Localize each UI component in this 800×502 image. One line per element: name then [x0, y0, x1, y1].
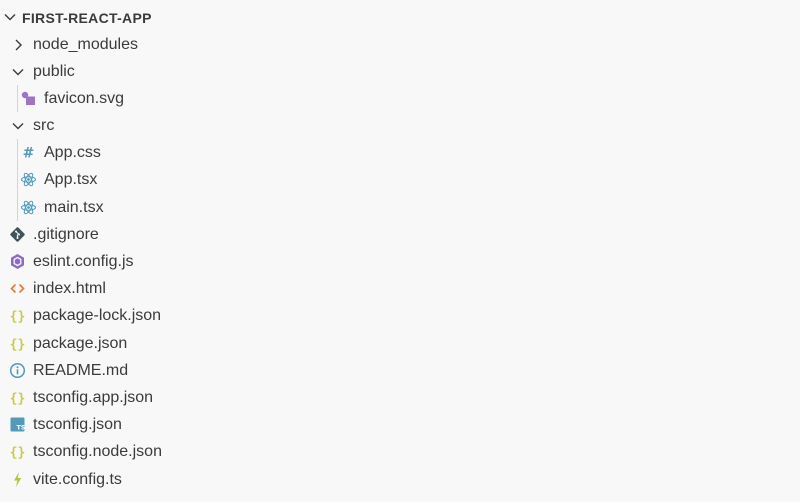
tree-item-label: main.tsx [44, 198, 104, 216]
indent-guide [17, 84, 18, 113]
json-braces-icon: {} [9, 307, 26, 325]
svg-file-icon [20, 90, 37, 107]
svg-text:{}: {} [10, 391, 26, 406]
file-tsconfig-node-json[interactable]: {} tsconfig.node.json [0, 438, 800, 465]
tree-item-label: .gitignore [33, 225, 99, 243]
file-package-json[interactable]: {} package.json [0, 330, 800, 357]
file-tree: node_modulespublic favicon.svg src # App.css… [0, 31, 800, 493]
react-icon [20, 199, 37, 216]
chevron-down-icon[interactable] [10, 64, 26, 80]
tree-item-label: tsconfig.json [33, 416, 122, 434]
file-app-css[interactable]: # App.css [0, 139, 800, 166]
tree-item-label: tsconfig.app.json [33, 388, 154, 406]
json-braces-icon: {} [9, 335, 26, 352]
file-gitignore[interactable]: .gitignore [0, 221, 800, 248]
tree-item-label: favicon.svg [44, 89, 125, 107]
file-explorer: FIRST-REACT-APP node_modulespublic favico… [0, 0, 800, 502]
css-hash-icon: # [20, 144, 37, 162]
tree-item-label: index.html [33, 280, 106, 298]
tree-item-label: public [33, 62, 75, 80]
file-package-lock-json[interactable]: {} package-lock.json [0, 302, 800, 329]
chevron-down-icon[interactable] [10, 118, 26, 134]
project-title: FIRST-REACT-APP [22, 10, 152, 26]
file-app-tsx[interactable]: App.tsx [0, 166, 800, 193]
svg-text:{}: {} [10, 310, 26, 325]
file-favicon-svg[interactable]: favicon.svg [0, 85, 800, 112]
eslint-icon [9, 253, 26, 270]
folder-node-modules[interactable]: node_modules [0, 31, 800, 58]
file-vite-config-ts[interactable]: vite.config.ts [0, 466, 800, 493]
indent-guide [17, 139, 18, 221]
tree-item-label: src [33, 117, 55, 135]
tree-item-label: package-lock.json [33, 307, 162, 325]
chevron-right-icon[interactable] [10, 37, 26, 53]
file-readme-md[interactable]: README.md [0, 357, 800, 384]
tree-item-label: package.json [33, 334, 128, 352]
file-tsconfig-json[interactable]: TS tsconfig.json [0, 411, 800, 438]
json-braces-icon: {} [9, 389, 26, 406]
tree-item-label: vite.config.ts [33, 470, 122, 488]
svg-text:TS: TS [16, 424, 25, 432]
svg-text:{}: {} [10, 446, 26, 461]
info-icon [9, 362, 26, 379]
vite-bolt-icon [9, 471, 26, 488]
tree-item-label: App.css [44, 144, 101, 162]
react-icon [20, 171, 37, 188]
html-code-icon [9, 280, 26, 297]
file-tsconfig-app-json[interactable]: {} tsconfig.app.json [0, 384, 800, 411]
tree-item-label: eslint.config.js [33, 253, 134, 270]
tree-item-label: tsconfig.node.json [33, 443, 162, 461]
json-braces-icon: {} [9, 443, 26, 461]
git-icon [9, 226, 26, 243]
file-eslint-config-js[interactable]: eslint.config.js [0, 248, 800, 275]
chevron-down-icon[interactable] [2, 9, 18, 25]
svg-text:#: # [23, 146, 35, 162]
file-main-tsx[interactable]: main.tsx [0, 194, 800, 221]
tree-item-label: README.md [33, 361, 129, 379]
file-index-html[interactable]: index.html [0, 275, 800, 302]
folder-public[interactable]: public [0, 58, 800, 85]
explorer-section-header[interactable]: FIRST-REACT-APP [0, 4, 800, 31]
folder-src[interactable]: src [0, 112, 800, 139]
tree-item-label: node_modules [33, 35, 138, 53]
svg-text:{}: {} [10, 337, 26, 352]
typescript-icon: TS [9, 416, 26, 433]
tree-item-label: App.tsx [44, 171, 98, 189]
